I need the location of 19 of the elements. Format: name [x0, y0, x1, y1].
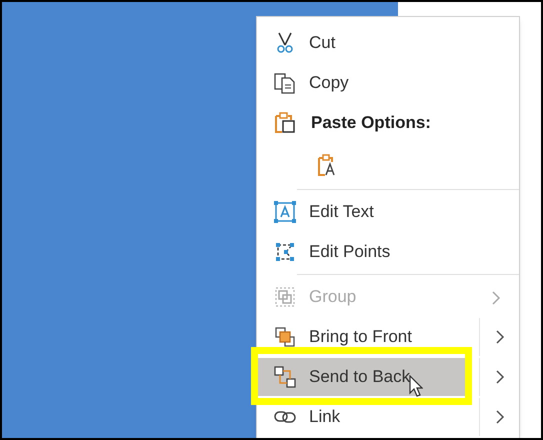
send-to-back-icon [273, 365, 297, 389]
chevron-right-icon [491, 290, 501, 306]
clipboard-icon [273, 111, 297, 135]
menu-item[interactable]: Cut [257, 24, 519, 62]
chevron-right-icon [494, 409, 504, 425]
menu-item[interactable]: Link [257, 398, 469, 436]
menu-item[interactable]: Edit Text [257, 193, 519, 231]
copy-icon [273, 71, 297, 95]
text-box-icon [273, 200, 297, 224]
chevron-right-icon [494, 329, 504, 345]
group-icon [273, 285, 297, 309]
section-header: Paste Options: [311, 112, 431, 134]
edit-points-icon [273, 240, 297, 264]
menu-item[interactable]: Bring to Front [257, 318, 469, 356]
menu-item[interactable]: Copy [257, 64, 519, 102]
mouse-cursor-icon [409, 375, 423, 397]
menu-item[interactable]: Edit Points [257, 233, 519, 271]
chevron-right-icon [494, 369, 504, 385]
bring-to-front-icon [273, 325, 297, 349]
